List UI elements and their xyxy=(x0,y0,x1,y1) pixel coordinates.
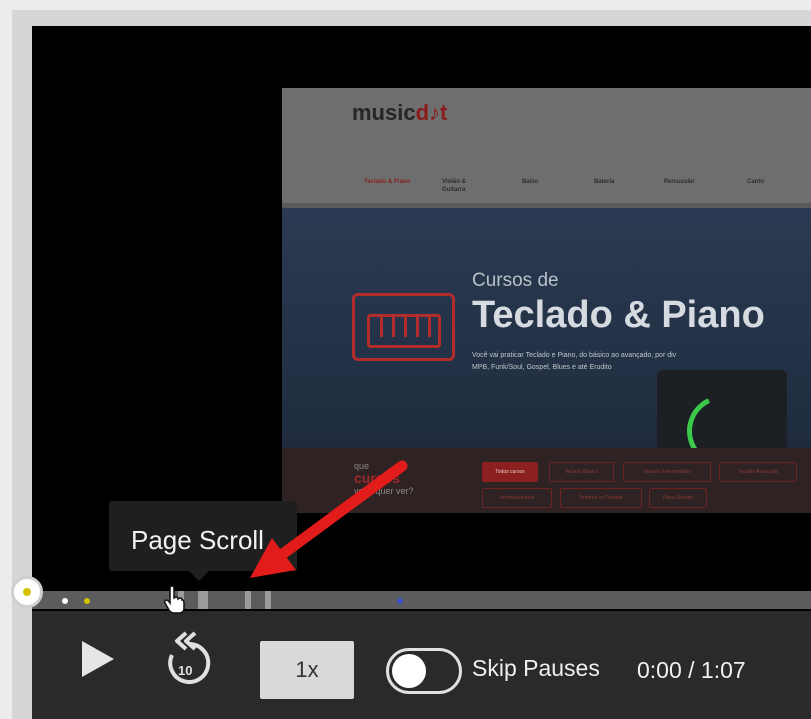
player-viewport: musicd♪t Teclado & Piano Violão & Guitar… xyxy=(32,26,811,719)
event-marker[interactable] xyxy=(198,591,208,609)
event-marker[interactable] xyxy=(62,598,68,604)
hand-pointer-icon xyxy=(163,585,185,614)
screen: musicd♪t Teclado & Piano Violão & Guitar… xyxy=(0,0,811,719)
play-icon[interactable] xyxy=(80,639,116,679)
skip-pauses-label: Skip Pauses xyxy=(472,655,600,681)
timeline[interactable] xyxy=(32,591,811,611)
player-controls: 10 1x Skip Pauses 0:00 / 1:07 xyxy=(32,611,811,719)
time-display: 0:00 / 1:07 xyxy=(637,657,746,683)
timeline-track[interactable] xyxy=(32,591,811,609)
playback-speed-button[interactable]: 1x xyxy=(260,641,354,699)
event-marker[interactable] xyxy=(265,591,271,609)
replay-video[interactable]: musicd♪t Teclado & Piano Violão & Guitar… xyxy=(32,26,811,591)
rewind-10-button[interactable]: 10 xyxy=(164,629,214,689)
event-marker[interactable] xyxy=(84,598,90,604)
session-replay-player: musicd♪t Teclado & Piano Violão & Guitar… xyxy=(12,10,811,719)
timeline-scrubber-handle[interactable] xyxy=(11,576,43,608)
red-arrow-annotation xyxy=(250,460,408,578)
event-marker[interactable] xyxy=(397,598,403,604)
toggle-knob xyxy=(392,654,426,688)
rewind-seconds: 10 xyxy=(178,663,193,678)
skip-pauses-toggle[interactable] xyxy=(386,648,462,694)
event-marker[interactable] xyxy=(245,591,251,609)
rewind-10-icon xyxy=(168,631,211,684)
